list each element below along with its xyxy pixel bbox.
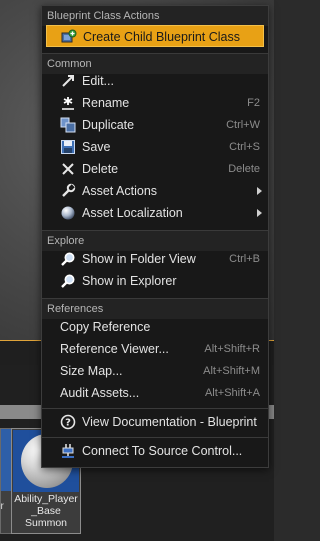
- asset-tile-name: Ability_Player _Base Summon: [14, 493, 78, 529]
- menu-item-shortcut: Ctrl+S: [229, 141, 260, 153]
- submenu-arrow-icon: [257, 209, 262, 217]
- menu-item-label: Rename: [82, 96, 130, 110]
- menu-item-label: Show in Folder View: [82, 252, 196, 266]
- menu-item-shortcut: F2: [247, 97, 260, 109]
- help-circle-icon: ?: [60, 414, 76, 430]
- section-header-blueprint: Blueprint Class Actions: [42, 6, 268, 26]
- asset-tile-label: er: [0, 501, 4, 512]
- asset-thumbnail: [1, 429, 11, 491]
- duplicate-icon: [60, 117, 76, 133]
- menu-item-edit[interactable]: Edit...: [46, 70, 264, 92]
- blueprint-add-icon: [61, 29, 77, 45]
- menu-item-delete[interactable]: Delete Delete: [46, 158, 264, 180]
- menu-item-reference-viewer[interactable]: Reference Viewer... Alt+Shift+R: [46, 338, 264, 360]
- menu-separator: [42, 437, 268, 438]
- menu-item-label: Delete: [82, 162, 119, 176]
- menu-item-label: Size Map...: [60, 364, 123, 378]
- menu-item-rename[interactable]: Rename F2: [46, 92, 264, 114]
- menu-item-label: Create Child Blueprint Class: [83, 30, 241, 44]
- magnifier-icon: [60, 251, 76, 267]
- menu-item-audit-assets[interactable]: Audit Assets... Alt+Shift+A: [46, 382, 264, 404]
- menu-item-label: Duplicate: [82, 118, 135, 132]
- edit-arrow-icon: [60, 73, 76, 89]
- menu-item-label: Copy Reference: [60, 320, 151, 334]
- menu-item-shortcut: Delete: [228, 163, 260, 175]
- menu-item-asset-actions[interactable]: Asset Actions: [46, 180, 264, 202]
- menu-item-size-map[interactable]: Size Map... Alt+Shift+M: [46, 360, 264, 382]
- save-icon: [60, 139, 76, 155]
- delete-x-icon: [60, 161, 76, 177]
- asset-context-menu: Blueprint Class Actions Create Child Blu…: [41, 5, 269, 468]
- menu-item-label: Edit...: [82, 74, 114, 88]
- menu-item-label: View Documentation - Blueprint: [82, 415, 257, 429]
- menu-item-label: Reference Viewer...: [60, 342, 169, 356]
- menu-item-label: Show in Explorer: [82, 274, 177, 288]
- menu-item-shortcut: Alt+Shift+R: [204, 343, 260, 355]
- source-control-plug-icon: [60, 443, 76, 459]
- menu-item-shortcut: Alt+Shift+M: [203, 365, 260, 377]
- menu-item-duplicate[interactable]: Duplicate Ctrl+W: [46, 114, 264, 136]
- menu-item-label: Connect To Source Control...: [82, 444, 243, 458]
- menu-item-view-documentation[interactable]: ? View Documentation - Blueprint: [46, 411, 264, 433]
- rename-asterisk-icon: [60, 95, 76, 111]
- menu-item-asset-localization[interactable]: Asset Localization: [46, 202, 264, 224]
- menu-item-copy-reference[interactable]: Copy Reference: [46, 316, 264, 338]
- wrench-icon: [60, 183, 76, 199]
- globe-icon: [60, 205, 76, 221]
- menu-item-label: Asset Actions: [82, 184, 158, 198]
- menu-item-save[interactable]: Save Ctrl+S: [46, 136, 264, 158]
- magnifier-icon: [60, 273, 76, 289]
- svg-text:?: ?: [65, 418, 71, 429]
- menu-item-connect-source-control[interactable]: Connect To Source Control...: [46, 440, 264, 462]
- menu-item-create-child-blueprint[interactable]: Create Child Blueprint Class: [46, 25, 264, 47]
- menu-item-shortcut: Ctrl+W: [226, 119, 260, 131]
- menu-item-shortcut: Ctrl+B: [229, 253, 260, 265]
- menu-item-show-in-explorer[interactable]: Show in Explorer: [46, 270, 264, 292]
- submenu-arrow-icon: [257, 187, 262, 195]
- menu-item-label: Audit Assets...: [60, 386, 140, 400]
- menu-item-label: Asset Localization: [82, 206, 183, 220]
- menu-item-shortcut: Alt+Shift+A: [204, 387, 260, 399]
- menu-item-label: Save: [82, 140, 111, 154]
- menu-item-show-in-folder-view[interactable]: Show in Folder View Ctrl+B: [46, 248, 264, 270]
- menu-separator: [42, 408, 268, 409]
